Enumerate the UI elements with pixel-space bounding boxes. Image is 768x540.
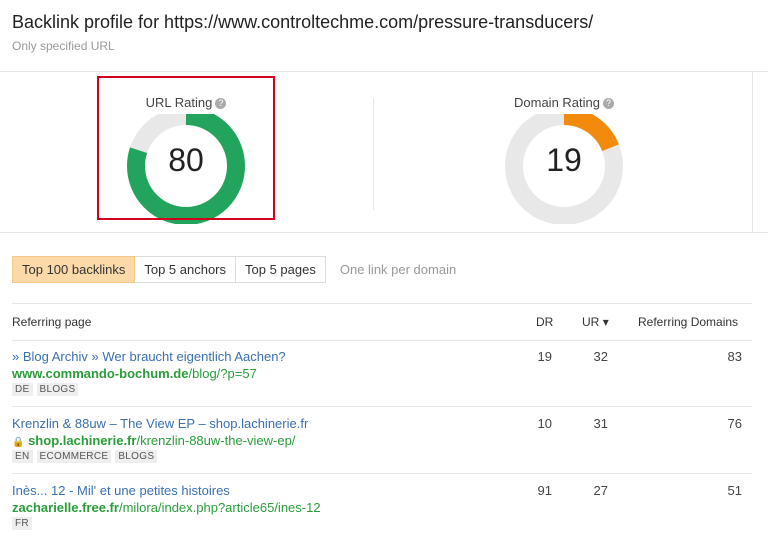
tab-top-pages[interactable]: Top 5 pages bbox=[236, 256, 326, 283]
row-url-link[interactable]: www.commando-bochum.de/blog/?p=57 bbox=[12, 366, 257, 381]
gauge-label: Domain Rating bbox=[514, 95, 600, 110]
tag-badge: BLOGS bbox=[36, 383, 79, 396]
row-title-link[interactable]: Krenzlin & 88uw – The View EP – shop.lac… bbox=[12, 416, 308, 431]
tab-top-backlinks[interactable]: Top 100 backlinks bbox=[12, 256, 136, 283]
tab-top-anchors[interactable]: Top 5 anchors bbox=[135, 256, 237, 283]
sort-desc-icon: ▾ bbox=[602, 315, 609, 329]
divider bbox=[0, 71, 768, 72]
row-referring-domains[interactable]: 51 bbox=[702, 483, 742, 498]
row-dr: 10 bbox=[537, 416, 552, 431]
help-icon[interactable]: ? bbox=[603, 98, 614, 109]
tag-badge: DE bbox=[12, 383, 33, 396]
highlight-box bbox=[97, 76, 275, 220]
domain-rating-gauge: Domain Rating? 19 bbox=[474, 94, 654, 225]
row-url-link[interactable]: 🔒 shop.lachinerie.fr/krenzlin-88uw-the-v… bbox=[12, 433, 295, 448]
row-referring-domains[interactable]: 83 bbox=[702, 349, 742, 364]
row-dr: 19 bbox=[537, 349, 552, 364]
row-ur: 27 bbox=[593, 483, 608, 498]
tab-bar: Top 100 backlinks Top 5 anchors Top 5 pa… bbox=[12, 256, 470, 283]
row-url-link[interactable]: zacharielle.free.fr/milora/index.php?art… bbox=[12, 500, 321, 515]
col-referring-page[interactable]: Referring page bbox=[12, 315, 91, 329]
col-ur[interactable]: UR ▾ bbox=[582, 315, 609, 329]
row-title-link[interactable]: Inès... 12 - Mil' et une petites histoir… bbox=[12, 483, 230, 498]
table-row: Krenzlin & 88uw – The View EP – shop.lac… bbox=[12, 407, 752, 473]
row-dr: 91 bbox=[537, 483, 552, 498]
row-title-link[interactable]: » Blog Archiv » Wer braucht eigentlich A… bbox=[12, 349, 286, 364]
tag-badge: EN bbox=[12, 450, 33, 463]
col-referring-domains[interactable]: Referring Domains bbox=[638, 315, 738, 329]
tag-badge: BLOGS bbox=[115, 450, 158, 463]
one-link-per-domain-option[interactable]: One link per domain bbox=[326, 256, 470, 283]
table-row: » Blog Archiv » Wer braucht eigentlich A… bbox=[12, 340, 752, 406]
table-row: Inès... 12 - Mil' et une petites histoir… bbox=[12, 474, 752, 540]
row-ur: 31 bbox=[593, 416, 608, 431]
lock-icon: 🔒 bbox=[12, 437, 25, 448]
gauge-value: 19 bbox=[546, 142, 582, 178]
row-ur: 32 bbox=[593, 349, 608, 364]
tag-badge: ECOMMERCE bbox=[36, 450, 112, 463]
tag-badge: FR bbox=[12, 517, 32, 530]
col-dr[interactable]: DR bbox=[536, 315, 553, 329]
row-referring-domains[interactable]: 76 bbox=[702, 416, 742, 431]
page-subtitle: Only specified URL bbox=[12, 39, 115, 53]
page-title: Backlink profile for https://www.control… bbox=[12, 12, 594, 32]
